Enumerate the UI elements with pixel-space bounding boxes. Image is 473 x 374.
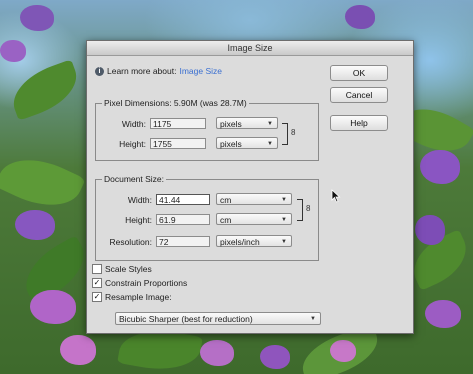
constrain-proportions-box[interactable]: ✓ <box>92 278 102 288</box>
learn-more-row: i Learn more about: Image Size <box>95 66 222 76</box>
document-size-group: Document Size: Width: 41.44 cm ▼ Height: … <box>95 174 319 261</box>
doc-width-unit-select[interactable]: cm ▼ <box>216 193 292 205</box>
resolution-label: Resolution: <box>109 237 152 247</box>
chevron-down-icon: ▼ <box>281 217 287 223</box>
cancel-button[interactable]: Cancel <box>330 87 388 103</box>
pixel-width-input[interactable]: 1175 <box>150 118 206 129</box>
learn-more-label: Learn more about: <box>107 66 177 76</box>
resolution-input[interactable]: 72 <box>156 236 210 247</box>
ok-button[interactable]: OK <box>330 65 388 81</box>
pixel-dimensions-group: Pixel Dimensions: 5.90M (was 28.7M) Widt… <box>95 98 319 161</box>
scale-styles-box[interactable] <box>92 264 102 274</box>
resample-image-checkbox[interactable]: ✓ Resample Image: <box>92 292 172 302</box>
image-size-dialog: Image Size i Learn more about: Image Siz… <box>86 40 414 334</box>
chevron-down-icon: ▼ <box>281 197 287 203</box>
pixel-height-unit-select[interactable]: pixels ▼ <box>216 137 278 149</box>
chevron-down-icon: ▼ <box>281 239 287 245</box>
resample-method-value: Bicubic Sharper (best for reduction) <box>119 314 253 324</box>
mouse-cursor-icon <box>331 189 341 203</box>
resample-image-box[interactable]: ✓ <box>92 292 102 302</box>
pixel-height-label: Height: <box>119 139 146 149</box>
chain-link-icon: 8 <box>291 128 296 137</box>
pixel-dimensions-legend: Pixel Dimensions: 5.90M (was 28.7M) <box>102 98 249 108</box>
doc-width-label: Width: <box>127 195 152 205</box>
pixel-width-unit-select[interactable]: pixels ▼ <box>216 117 278 129</box>
document-size-legend: Document Size: <box>102 174 166 184</box>
resample-method-select[interactable]: Bicubic Sharper (best for reduction) ▼ <box>115 312 321 325</box>
help-button[interactable]: Help <box>330 115 388 131</box>
doc-height-input[interactable]: 61.9 <box>156 214 210 225</box>
doc-width-input[interactable]: 41.44 <box>156 194 210 205</box>
doc-width-unit-value: cm <box>220 195 232 205</box>
resolution-unit-select[interactable]: pixels/inch ▼ <box>216 235 292 247</box>
doc-height-unit-value: cm <box>220 215 232 225</box>
chain-link-icon: 8 <box>306 204 311 213</box>
pixel-width-unit-value: pixels <box>220 119 242 129</box>
chevron-down-icon: ▼ <box>310 316 316 322</box>
constrain-proportions-checkbox[interactable]: ✓ Constrain Proportions <box>92 278 187 288</box>
pixel-height-unit-value: pixels <box>220 139 242 149</box>
constrain-proportions-label: Constrain Proportions <box>105 278 188 288</box>
scale-styles-checkbox[interactable]: Scale Styles <box>92 264 152 274</box>
doc-height-label: Height: <box>125 215 152 225</box>
image-size-help-link[interactable]: Image Size <box>179 66 222 76</box>
pixel-height-input[interactable]: 1755 <box>150 138 206 149</box>
scale-styles-label: Scale Styles <box>105 264 152 274</box>
dialog-title: Image Size <box>87 41 413 56</box>
resample-image-label: Resample Image: <box>105 292 172 302</box>
pixel-width-label: Width: <box>121 119 146 129</box>
chevron-down-icon: ▼ <box>267 141 273 147</box>
doc-height-unit-select[interactable]: cm ▼ <box>216 213 292 225</box>
resolution-unit-value: pixels/inch <box>220 237 260 247</box>
constrain-link-bracket <box>282 123 288 145</box>
info-icon: i <box>95 66 104 76</box>
constrain-link-bracket <box>297 199 303 221</box>
chevron-down-icon: ▼ <box>267 121 273 127</box>
